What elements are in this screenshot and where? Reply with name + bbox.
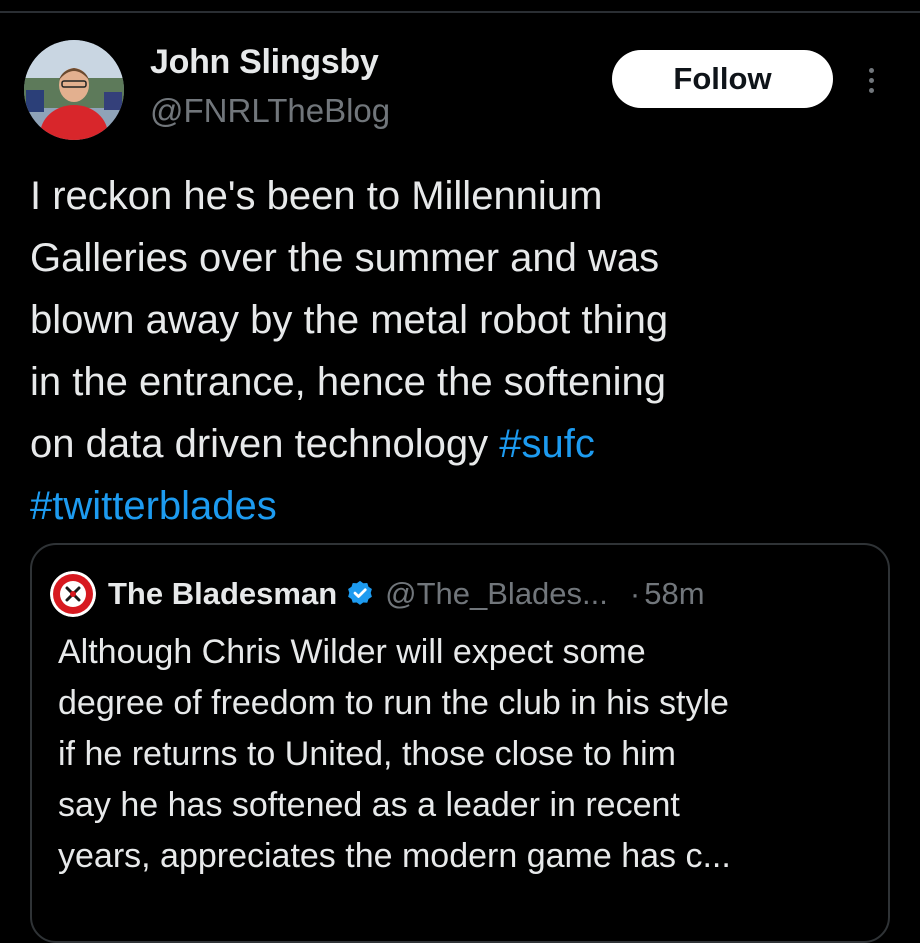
quoted-author-handle[interactable]: @The_Blades... — [385, 576, 608, 612]
club-crest-avatar-icon — [50, 571, 96, 617]
tweet-text-line: in the entrance, hence the softening — [30, 360, 667, 404]
verified-badge-icon — [345, 579, 375, 609]
author-handle[interactable]: @FNRLTheBlog — [150, 92, 390, 130]
quoted-tweet-header: The Bladesman @The_Blades... · 58m — [50, 570, 705, 618]
tweet-text-line: on data driven technology #sufc — [30, 422, 595, 466]
hashtag-sufc[interactable]: #sufc — [499, 422, 595, 466]
hashtag-twitterblades[interactable]: #twitterblades — [30, 484, 277, 528]
quoted-text-line: years, appreciates the modern game has c… — [58, 837, 731, 875]
quoted-tweet-text: Although Chris Wilder will expect some d… — [58, 627, 878, 882]
top-divider — [0, 11, 920, 13]
quoted-text-line: Although Chris Wilder will expect some — [58, 633, 646, 671]
author-display-name[interactable]: John Slingsby — [150, 43, 379, 82]
quoted-text-line: degree of freedom to run the club in his… — [58, 684, 729, 722]
author-avatar[interactable] — [24, 40, 124, 140]
quoted-author-display-name[interactable]: The Bladesman — [108, 576, 337, 612]
quoted-tweet-timestamp[interactable]: 58m — [644, 576, 704, 612]
separator-dot: · — [629, 576, 641, 611]
user-avatar-photo-icon — [24, 40, 124, 140]
tweet-text-line: Galleries over the summer and was — [30, 236, 660, 280]
quoted-text-line: if he returns to United, those close to … — [58, 735, 676, 773]
tweet-text-line: blown away by the metal robot thing — [30, 298, 669, 342]
quoted-text-line: say he has softened as a leader in recen… — [58, 786, 680, 824]
tweet-text: I reckon he's been to Millennium Galleri… — [30, 165, 890, 537]
tweet-text-line: I reckon he's been to Millennium — [30, 174, 603, 218]
follow-button[interactable]: Follow — [612, 50, 833, 108]
more-vertical-icon[interactable] — [860, 58, 882, 102]
quoted-author-avatar[interactable] — [50, 571, 96, 617]
tweet-text-line: #twitterblades — [30, 475, 890, 537]
